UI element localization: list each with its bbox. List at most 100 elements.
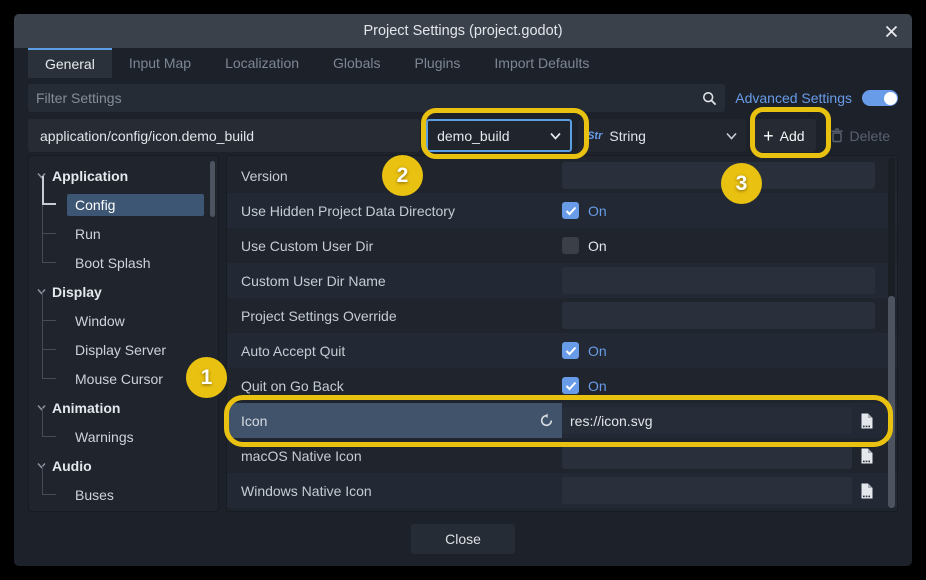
tab-import-defaults[interactable]: Import Defaults	[477, 48, 606, 78]
checkbox-unchecked[interactable]	[562, 237, 579, 254]
tab-localization[interactable]: Localization	[208, 48, 316, 78]
toggle-knob	[884, 92, 897, 105]
on-label: On	[588, 378, 607, 394]
tree-connector	[42, 205, 56, 234]
advanced-settings-toggle[interactable]	[862, 90, 898, 106]
file-picker-button[interactable]	[857, 448, 875, 464]
sidebar-item-label: Animation	[52, 400, 120, 416]
add-button-label: Add	[780, 128, 805, 144]
property-row-project-settings-override: Project Settings Override	[227, 298, 897, 333]
tab-plugins[interactable]: Plugins	[397, 48, 477, 78]
checkmark-icon	[565, 346, 577, 356]
sidebar-item-audio[interactable]: Audio	[29, 451, 218, 480]
sidebar-item-config[interactable]: Config	[29, 190, 218, 219]
sidebar-item-label: Display Server	[67, 339, 204, 361]
sidebar-item-label: Mouse Cursor	[67, 368, 204, 390]
add-property-row: application/config/icon.demo_build demo_…	[28, 119, 898, 152]
sidebar-item-label: Window	[67, 310, 204, 332]
property-path-value: application/config/icon.demo_build	[40, 128, 254, 144]
property-path-input[interactable]: application/config/icon.demo_build	[28, 119, 420, 152]
string-type-icon: Str	[587, 130, 602, 142]
tab-input-map[interactable]: Input Map	[112, 48, 208, 78]
windows-native-icon-input[interactable]	[562, 477, 852, 504]
revert-icon[interactable]	[539, 413, 554, 428]
property-label: Use Hidden Project Data Directory	[227, 203, 562, 219]
annotation-badge-1: 1	[186, 357, 227, 398]
sidebar-item-label: Run	[67, 223, 204, 245]
property-row-version: Version	[227, 158, 897, 193]
sidebar-item-window[interactable]: Window	[29, 306, 218, 335]
window-title: Project Settings (project.godot)	[363, 23, 562, 39]
sidebar-item-application[interactable]: Application	[29, 161, 218, 190]
property-row-auto-accept-quit: Auto Accept Quit On	[227, 333, 897, 368]
tree-connector	[42, 350, 56, 379]
property-label: Project Settings Override	[227, 308, 562, 324]
add-button[interactable]: + Add	[752, 119, 815, 152]
feature-tag-select[interactable]: demo_build	[426, 119, 572, 152]
sidebar-item-display[interactable]: Display	[29, 277, 218, 306]
checkbox-checked[interactable]	[562, 342, 579, 359]
sidebar-item-display-server[interactable]: Display Server	[29, 335, 218, 364]
property-label: macOS Native Icon	[227, 448, 562, 464]
filter-settings-input[interactable]: Filter Settings	[28, 84, 725, 112]
property-label: Use Custom User Dir	[227, 238, 562, 254]
search-icon	[702, 91, 717, 106]
on-label: On	[588, 203, 607, 219]
tree-connector	[42, 408, 56, 437]
type-select-value: String	[609, 128, 719, 144]
property-row-custom-user-dir-name: Custom User Dir Name	[227, 263, 897, 298]
sidebar-item-buses[interactable]: Buses	[29, 480, 218, 509]
property-label: Quit on Go Back	[227, 378, 562, 394]
checkbox-checked[interactable]	[562, 202, 579, 219]
sidebar-item-label: Config	[67, 194, 204, 216]
sidebar-item-boot-splash[interactable]: Boot Splash	[29, 248, 218, 277]
sidebar-item-warnings[interactable]: Warnings	[29, 422, 218, 451]
checkbox-checked[interactable]	[562, 377, 579, 394]
project-settings-override-input[interactable]	[562, 302, 875, 329]
file-picker-button[interactable]	[857, 413, 875, 429]
sidebar-item-label: Boot Splash	[67, 252, 204, 274]
on-label: On	[588, 238, 607, 254]
sidebar-item-animation[interactable]: Animation	[29, 393, 218, 422]
type-select[interactable]: Str String	[578, 119, 746, 152]
tree-connector	[42, 321, 56, 350]
field-value: res://icon.svg	[570, 413, 652, 429]
checkmark-icon	[565, 206, 577, 216]
tab-bar: General Input Map Localization Globals P…	[28, 48, 898, 78]
property-row-icon: Icon res://icon.svg	[227, 403, 897, 438]
advanced-settings-label: Advanced Settings	[735, 90, 852, 106]
sidebar-scrollbar[interactable]	[210, 161, 215, 217]
version-input[interactable]	[562, 162, 875, 189]
on-label: On	[588, 343, 607, 359]
property-row-macos-native-icon: macOS Native Icon	[227, 438, 897, 473]
properties-scrollbar-thumb[interactable]	[888, 296, 895, 508]
file-icon	[860, 448, 873, 464]
file-picker-button[interactable]	[857, 483, 875, 499]
sidebar-item-run[interactable]: Run	[29, 219, 218, 248]
property-row-use-custom-user-dir: Use Custom User Dir On	[227, 228, 897, 263]
properties-panel: Version Use Hidden Project Data Director…	[226, 155, 898, 512]
tree-connector	[42, 466, 56, 495]
project-settings-dialog: Project Settings (project.godot) General…	[14, 14, 912, 566]
sidebar-item-label: Warnings	[67, 426, 204, 448]
settings-tree-sidebar: Application Config Run Boot Splash Displ…	[28, 155, 219, 512]
feature-tag-value: demo_build	[437, 128, 550, 144]
property-row-use-hidden-project-data-directory: Use Hidden Project Data Directory On	[227, 193, 897, 228]
delete-button[interactable]: Delete	[822, 119, 898, 152]
tab-general[interactable]: General	[28, 48, 112, 78]
close-button[interactable]: Close	[411, 524, 515, 554]
sidebar-item-label: Buses	[67, 484, 204, 506]
file-icon	[860, 413, 873, 429]
tree-connector	[42, 234, 56, 263]
property-row-quit-on-go-back: Quit on Go Back On	[227, 368, 897, 403]
sidebar-item-label: Application	[52, 168, 128, 184]
property-label: Windows Native Icon	[227, 483, 562, 499]
icon-path-input[interactable]: res://icon.svg	[562, 407, 852, 434]
macos-native-icon-input[interactable]	[562, 442, 852, 469]
tab-globals[interactable]: Globals	[316, 48, 397, 78]
icon-property-label-cell[interactable]: Icon	[227, 403, 562, 438]
window-close-button[interactable]	[882, 22, 900, 40]
checkmark-icon	[565, 381, 577, 391]
custom-user-dir-name-input[interactable]	[562, 267, 875, 294]
filter-row: Filter Settings Advanced Settings	[28, 84, 898, 112]
